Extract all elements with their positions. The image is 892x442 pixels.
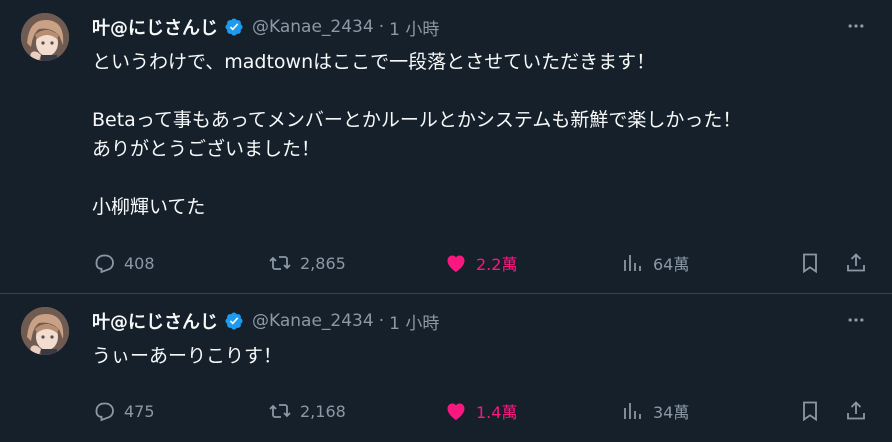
share-icon	[847, 253, 865, 272]
retweet-count: 2,865	[300, 253, 346, 273]
separator: ·	[378, 311, 385, 331]
heart-icon	[447, 255, 465, 272]
tweet-line: うぃーあーりこりす！	[92, 345, 283, 367]
like-button[interactable]: 2.2萬	[444, 248, 517, 278]
action-bar: 408 2,865 2.2萬 64萬	[92, 248, 872, 278]
tweet[interactable]: 叶@にじさんじ @Kanae_2434 · 1 小時 うぃーあーりこりす！ 47…	[0, 294, 892, 442]
like-count: 2.2萬	[476, 255, 518, 274]
retweet-count: 2,168	[300, 401, 346, 421]
bookmark-icon	[803, 253, 817, 274]
reply-button[interactable]: 408	[92, 248, 155, 278]
reply-icon	[95, 254, 114, 274]
separator: ·	[378, 17, 385, 37]
action-bar: 475 2,168 1.4萬 34萬	[92, 396, 872, 426]
tweet-line: Betaって事もあってメンバーとかルールとかシステムも新鮮で楽しかった！	[92, 109, 742, 131]
timestamp[interactable]: 1 小時	[389, 15, 439, 40]
reply-icon	[95, 402, 114, 422]
reply-count: 475	[124, 401, 155, 421]
bookmark-icon	[803, 401, 817, 422]
author-name[interactable]: 叶@にじさんじ	[92, 14, 218, 40]
author-name[interactable]: 叶@にじさんじ	[92, 308, 218, 334]
avatar[interactable]	[21, 307, 69, 355]
reply-count: 408	[124, 253, 155, 273]
heart-icon	[447, 403, 465, 420]
handle[interactable]: @Kanae_2434	[252, 17, 374, 37]
retweet-button[interactable]: 2,168	[268, 396, 346, 426]
share-button[interactable]	[844, 248, 868, 278]
bookmark-button[interactable]	[798, 396, 822, 426]
like-count: 1.4萬	[476, 403, 518, 422]
verified-badge-icon	[224, 311, 244, 331]
views-count: 34萬	[653, 403, 690, 422]
bookmark-button[interactable]	[798, 248, 822, 278]
tweet-text: というわけで、madtownはここで一段落とさせていただきます！ Betaって事…	[92, 48, 862, 222]
share-button[interactable]	[844, 396, 868, 426]
tweet-line: 小柳輝いてた	[92, 196, 206, 218]
tweet[interactable]: 叶@にじさんじ @Kanae_2434 · 1 小時 というわけで、madtow…	[0, 0, 892, 294]
tweet-line: というわけで、madtownはここで一段落とさせていただきます！	[92, 51, 656, 73]
views-icon	[624, 255, 641, 271]
reply-button[interactable]: 475	[92, 396, 155, 426]
more-icon[interactable]	[844, 14, 868, 38]
avatar[interactable]	[21, 13, 69, 61]
more-icon[interactable]	[844, 308, 868, 332]
share-icon	[847, 401, 865, 420]
views-count: 64萬	[653, 255, 690, 274]
handle[interactable]: @Kanae_2434	[252, 311, 374, 331]
tweet-line: ありがとうございました！	[92, 138, 321, 160]
views-icon	[624, 403, 641, 419]
tweet-text: うぃーあーりこりす！	[92, 342, 862, 371]
retweet-icon	[269, 404, 291, 418]
retweet-icon	[269, 256, 291, 270]
like-button[interactable]: 1.4萬	[444, 396, 517, 426]
retweet-button[interactable]: 2,865	[268, 248, 346, 278]
verified-badge-icon	[224, 17, 244, 37]
views-button[interactable]: 34萬	[621, 396, 689, 426]
timestamp[interactable]: 1 小時	[389, 309, 439, 334]
views-button[interactable]: 64萬	[621, 248, 689, 278]
